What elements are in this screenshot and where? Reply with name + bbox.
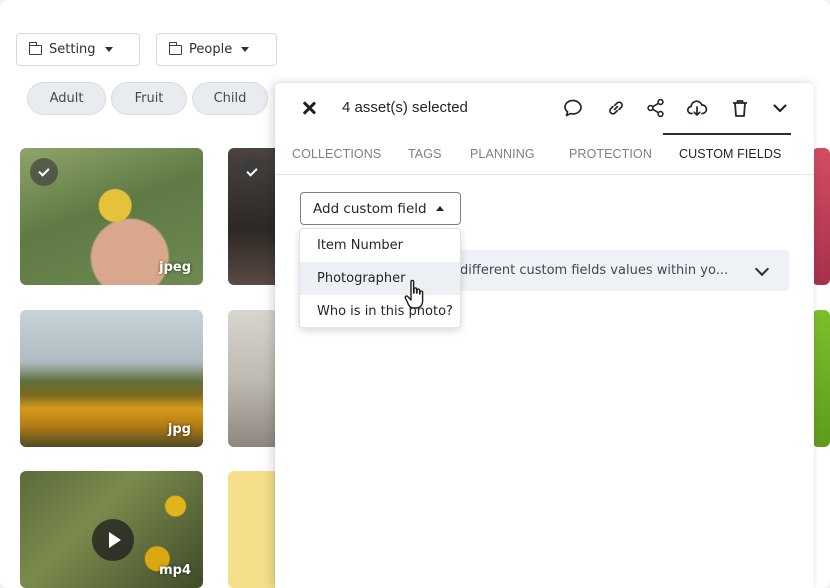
filter-people-label: People [189, 42, 233, 57]
thumbnail-edge-red[interactable] [812, 148, 830, 285]
tag-label: Fruit [134, 91, 164, 106]
link-icon[interactable] [605, 97, 627, 119]
share-icon[interactable] [645, 97, 667, 119]
filter-setting-dropdown[interactable]: Setting [16, 33, 140, 66]
menu-item-photographer[interactable]: Photographer [300, 262, 460, 295]
tab-custom-fields[interactable]: CUSTOM FIELDS [679, 147, 781, 161]
tag-pill-fruit[interactable]: Fruit [111, 82, 187, 115]
file-extension: jpeg [159, 260, 191, 275]
tag-label: Child [213, 91, 247, 106]
tab-planning[interactable]: PLANNING [470, 147, 535, 161]
play-button[interactable] [92, 519, 134, 561]
download-icon[interactable] [686, 97, 708, 119]
bulk-edit-panel: 4 asset(s) selected COLLECTIONS TAGS PLA… [275, 83, 814, 588]
thumbnail-edge-green[interactable] [812, 310, 830, 447]
app-window: Setting People Adult Fruit Child jpeg jp… [0, 0, 830, 588]
trash-icon[interactable] [729, 97, 751, 119]
tab-collections[interactable]: COLLECTIONS [292, 147, 381, 161]
tab-tags[interactable]: TAGS [408, 147, 442, 161]
comment-icon[interactable] [562, 97, 584, 119]
thumbnail-lemon[interactable]: jpeg [20, 148, 203, 285]
custom-field-dropdown-menu: Item Number Photographer Who is in this … [299, 228, 461, 328]
tag-pill-child[interactable]: Child [192, 82, 268, 115]
caret-down-icon [241, 47, 250, 52]
tag-label: Adult [49, 91, 84, 106]
file-extension: mp4 [159, 563, 191, 578]
filter-people-dropdown[interactable]: People [156, 33, 277, 66]
play-icon [109, 532, 121, 548]
add-custom-field-button[interactable]: Add custom field [300, 192, 461, 225]
caret-up-icon [435, 206, 444, 211]
thumbnail-video-flowers[interactable]: mp4 [20, 471, 203, 588]
panel-tabs: COLLECTIONS TAGS PLANNING PROTECTION CUS… [275, 133, 814, 175]
selection-count: 4 asset(s) selected [342, 99, 468, 116]
info-text: different custom fields values within yo… [460, 263, 729, 278]
hand-pointer-icon [404, 279, 424, 309]
chevron-down-icon[interactable] [754, 261, 770, 277]
tab-protection[interactable]: PROTECTION [569, 147, 652, 161]
selected-check[interactable] [238, 158, 266, 186]
menu-item-label: Who is in this photo? [317, 304, 453, 319]
menu-item-item-number[interactable]: Item Number [300, 229, 460, 262]
folder-icon [28, 41, 42, 55]
menu-item-label: Photographer [317, 271, 406, 286]
add-custom-field-label: Add custom field [313, 200, 427, 217]
panel-header: 4 asset(s) selected [275, 83, 814, 133]
file-extension: jpg [167, 422, 191, 437]
active-tab-indicator [663, 133, 791, 135]
tag-pill-adult[interactable]: Adult [27, 82, 106, 115]
custom-fields-info-row[interactable]: different custom fields values within yo… [453, 250, 789, 291]
close-icon[interactable] [301, 100, 317, 116]
chevron-down-icon[interactable] [769, 97, 791, 119]
selected-check[interactable] [30, 158, 58, 186]
menu-item-label: Item Number [317, 238, 403, 253]
menu-item-who-is-in-photo[interactable]: Who is in this photo? [300, 295, 460, 327]
thumbnail-sunflower-field[interactable]: jpg [20, 310, 203, 447]
filter-setting-label: Setting [49, 42, 96, 57]
folder-icon [168, 41, 182, 55]
caret-down-icon [104, 47, 113, 52]
